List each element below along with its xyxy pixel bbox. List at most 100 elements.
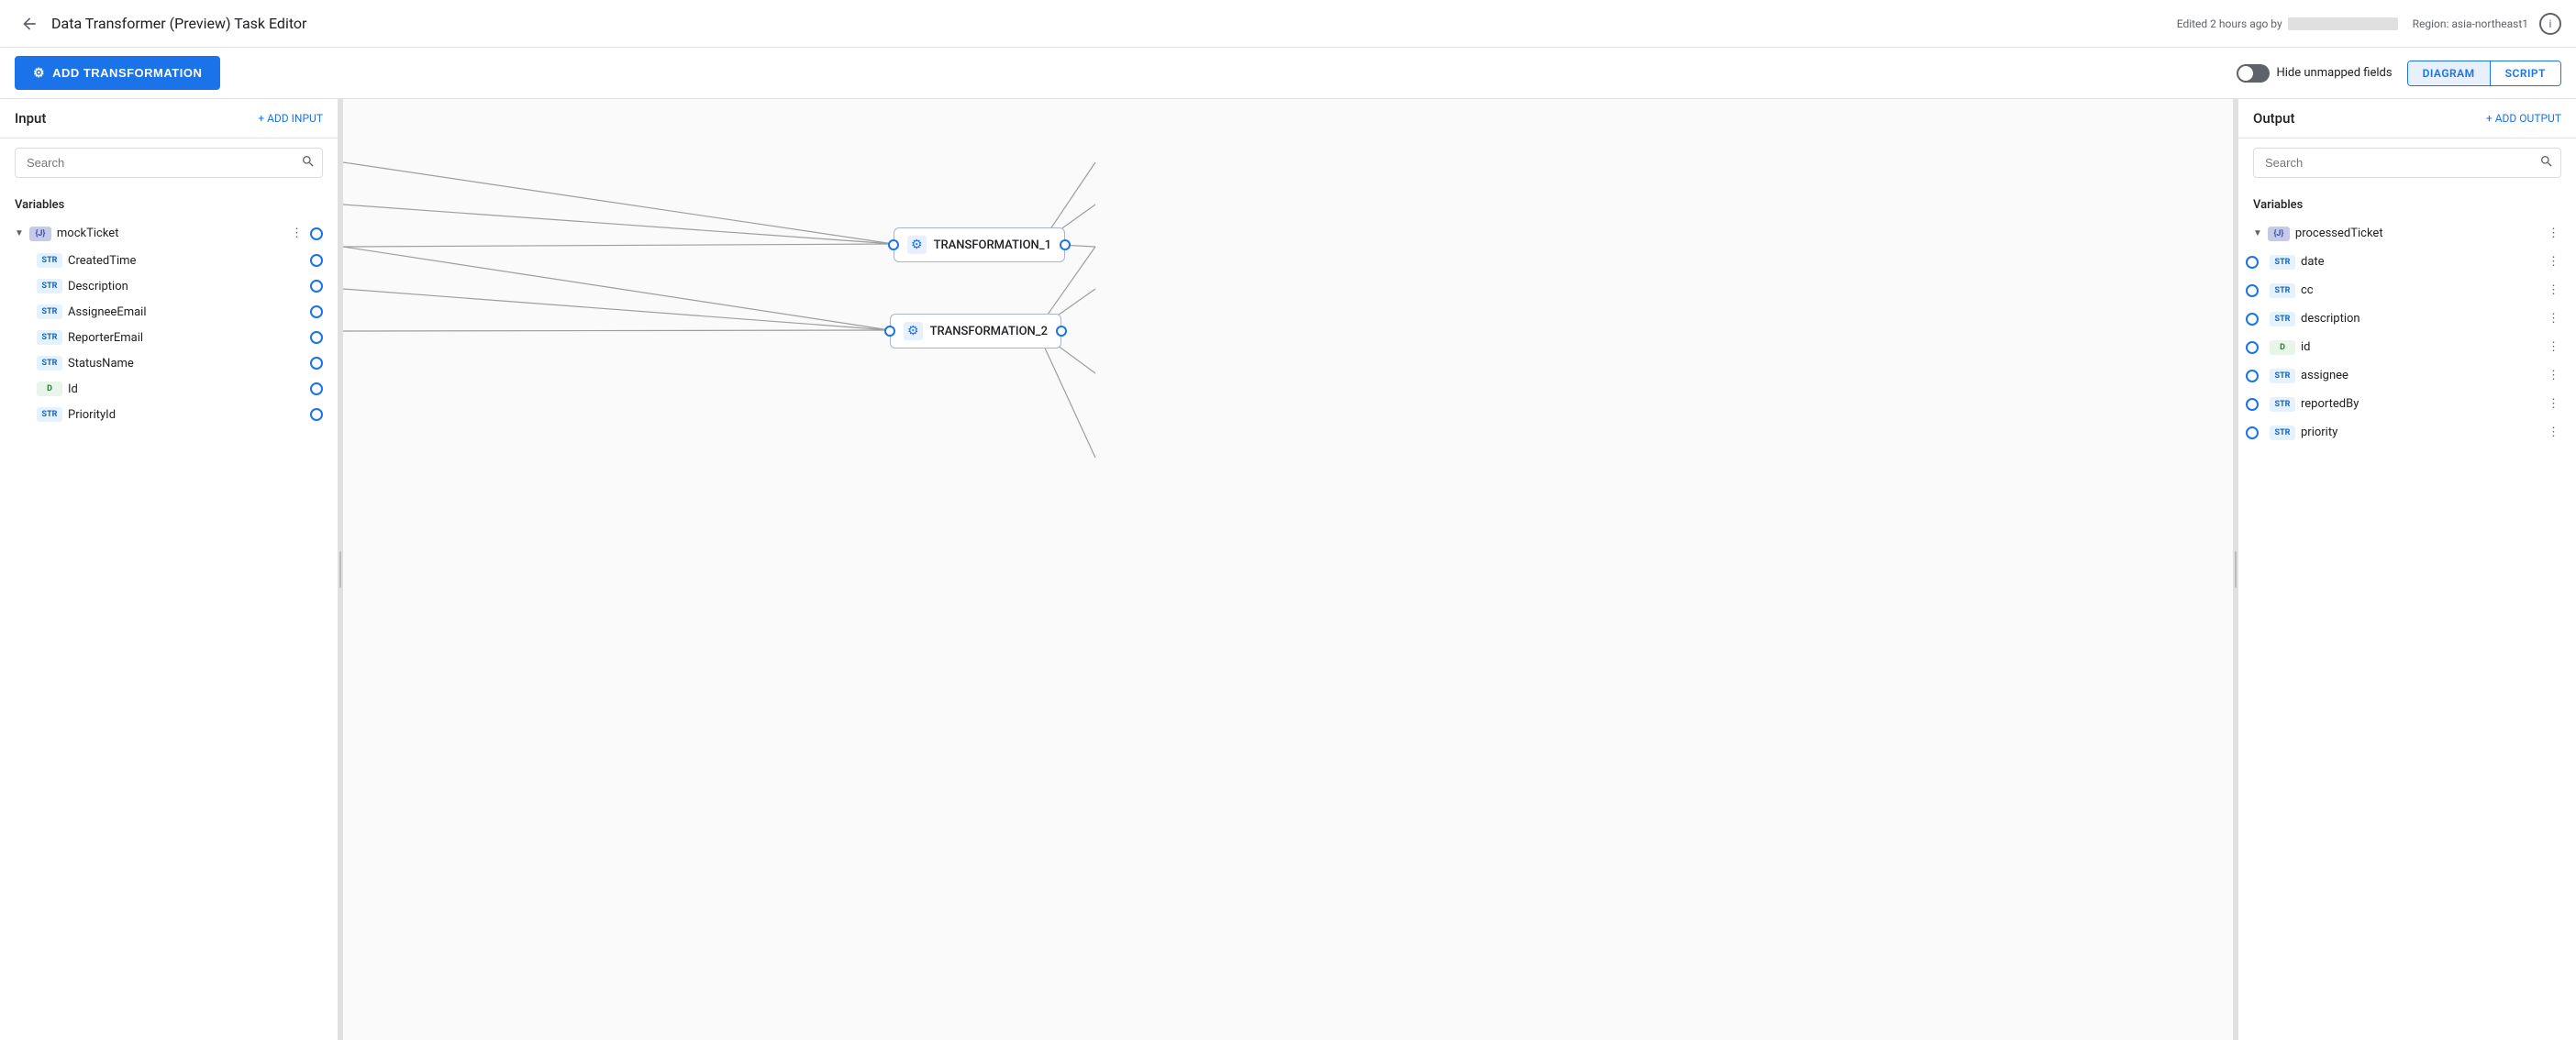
- field-menu-icon[interactable]: ⋮: [2546, 395, 2561, 413]
- main-layout: Input + ADD INPUT Variables ▼ {J} mockTi…: [0, 99, 2576, 1040]
- field-name: StatusName: [68, 357, 305, 371]
- t1-gear-icon: ⚙: [907, 236, 927, 254]
- output-fields-list: STR date ⋮ STR cc ⋮ STR description ⋮ D …: [2238, 248, 2576, 447]
- input-group-name: mockTicket: [57, 227, 283, 240]
- output-variable-group: ▼ {J} processedTicket ⋮ STR date ⋮ STR c…: [2238, 219, 2576, 447]
- field-connector[interactable]: [310, 280, 323, 293]
- hide-unmapped-toggle-group: Hide unmapped fields: [2237, 64, 2393, 83]
- list-item: STR Description: [0, 273, 338, 299]
- field-connector[interactable]: [310, 382, 323, 395]
- field-menu-icon[interactable]: ⋮: [2546, 253, 2561, 271]
- field-name: date: [2301, 255, 2540, 269]
- json-type-badge: {J}: [29, 227, 51, 241]
- input-fields-list: STR CreatedTime STR Description STR Assi…: [0, 248, 338, 427]
- field-connector[interactable]: [2246, 426, 2259, 439]
- field-name: id: [2301, 340, 2540, 354]
- view-tabs: DIAGRAM SCRIPT: [2407, 61, 2561, 86]
- field-name: reportedBy: [2301, 397, 2540, 411]
- field-menu-icon[interactable]: ⋮: [2546, 424, 2561, 441]
- field-name: priority: [2301, 426, 2540, 439]
- t1-right-connector[interactable]: [1060, 239, 1071, 250]
- list-item: STR PriorityId: [0, 402, 338, 427]
- type-badge: STR: [37, 330, 62, 345]
- add-input-button[interactable]: + ADD INPUT: [258, 112, 323, 125]
- list-item: STR date ⋮: [2238, 248, 2576, 276]
- output-group-chevron-icon: ▼: [2253, 228, 2262, 238]
- transformation-node-2[interactable]: ⚙ TRANSFORMATION_2: [890, 314, 1061, 349]
- type-badge: D: [2270, 340, 2295, 355]
- type-badge: STR: [2270, 255, 2295, 270]
- add-output-button[interactable]: + ADD OUTPUT: [2486, 112, 2561, 125]
- output-panel-title: Output: [2253, 110, 2294, 127]
- region-label: Region: asia-northeast1: [2413, 17, 2528, 30]
- canvas[interactable]: ⚙ TRANSFORMATION_1 ⚙ TRANSFORMATION_2: [343, 99, 2233, 1040]
- tab-script[interactable]: SCRIPT: [2491, 61, 2560, 85]
- field-connector[interactable]: [310, 305, 323, 318]
- t1-left-connector[interactable]: [888, 239, 899, 250]
- input-search-icon[interactable]: [301, 154, 316, 172]
- output-panel-header: Output + ADD OUTPUT: [2238, 99, 2576, 138]
- output-json-type-badge: {J}: [2268, 227, 2290, 241]
- field-connector[interactable]: [310, 408, 323, 421]
- list-item: STR cc ⋮: [2238, 276, 2576, 304]
- input-variable-group: ▼ {J} mockTicket ⋮ STR CreatedTime STR D…: [0, 219, 338, 427]
- field-connector[interactable]: [2246, 341, 2259, 354]
- type-badge: STR: [37, 407, 62, 422]
- type-badge: STR: [2270, 283, 2295, 298]
- add-transformation-button[interactable]: ⚙ ADD TRANSFORMATION: [15, 56, 220, 90]
- input-panel: Input + ADD INPUT Variables ▼ {J} mockTi…: [0, 99, 338, 1040]
- list-item: STR CreatedTime: [0, 248, 338, 273]
- field-connector[interactable]: [310, 254, 323, 267]
- field-name: PriorityId: [68, 408, 305, 422]
- t2-gear-icon: ⚙: [904, 322, 923, 340]
- input-panel-title: Input: [15, 110, 46, 127]
- tab-diagram[interactable]: DIAGRAM: [2408, 61, 2490, 85]
- hide-unmapped-toggle[interactable]: [2237, 64, 2270, 83]
- t2-right-connector[interactable]: [1056, 326, 1067, 337]
- output-search-icon[interactable]: [2539, 154, 2554, 172]
- input-search-input[interactable]: [15, 148, 323, 178]
- field-connector[interactable]: [2246, 398, 2259, 411]
- list-item: D id ⋮: [2238, 333, 2576, 361]
- editor-user: [2288, 17, 2398, 30]
- back-button[interactable]: [15, 9, 44, 39]
- output-variables-section: Variables ▼ {J} processedTicket ⋮ STR da…: [2238, 187, 2576, 454]
- field-connector[interactable]: [2246, 313, 2259, 326]
- right-splitter[interactable]: [2233, 99, 2238, 1040]
- info-button[interactable]: i: [2539, 13, 2561, 35]
- field-menu-icon[interactable]: ⋮: [2546, 338, 2561, 356]
- list-item: D Id: [0, 376, 338, 402]
- input-group-menu-icon[interactable]: ⋮: [289, 225, 305, 242]
- field-name: description: [2301, 312, 2540, 326]
- field-connector[interactable]: [310, 357, 323, 370]
- output-group-name: processedTicket: [2295, 227, 2540, 240]
- field-menu-icon[interactable]: ⋮: [2546, 367, 2561, 384]
- field-name: CreatedTime: [68, 254, 305, 268]
- list-item: STR StatusName: [0, 350, 338, 376]
- type-badge: STR: [2270, 369, 2295, 383]
- list-item: STR AssigneeEmail: [0, 299, 338, 325]
- t2-left-connector[interactable]: [884, 326, 895, 337]
- toolbar-right: Hide unmapped fields DIAGRAM SCRIPT: [2237, 61, 2576, 86]
- input-group-header[interactable]: ▼ {J} mockTicket ⋮: [0, 219, 338, 248]
- field-connector[interactable]: [2246, 284, 2259, 297]
- output-group-menu-icon[interactable]: ⋮: [2546, 225, 2561, 242]
- type-badge: STR: [37, 279, 62, 293]
- gear-icon: ⚙: [33, 65, 45, 81]
- t2-label: TRANSFORMATION_2: [930, 325, 1048, 338]
- field-menu-icon[interactable]: ⋮: [2546, 282, 2561, 299]
- field-menu-icon[interactable]: ⋮: [2546, 310, 2561, 327]
- field-connector[interactable]: [310, 331, 323, 344]
- canvas-svg: [343, 99, 2233, 1040]
- transformation-node-1[interactable]: ⚙ TRANSFORMATION_1: [894, 227, 1065, 262]
- field-connector[interactable]: [2246, 370, 2259, 382]
- field-connector[interactable]: [2246, 256, 2259, 269]
- output-search-input[interactable]: [2253, 148, 2561, 178]
- list-item: STR description ⋮: [2238, 304, 2576, 333]
- type-badge: STR: [2270, 312, 2295, 326]
- input-group-connector[interactable]: [310, 227, 323, 240]
- output-group-header[interactable]: ▼ {J} processedTicket ⋮: [2238, 219, 2576, 248]
- output-search-box: [2253, 148, 2561, 178]
- field-name: Id: [68, 382, 305, 396]
- input-variables-label: Variables: [0, 194, 338, 219]
